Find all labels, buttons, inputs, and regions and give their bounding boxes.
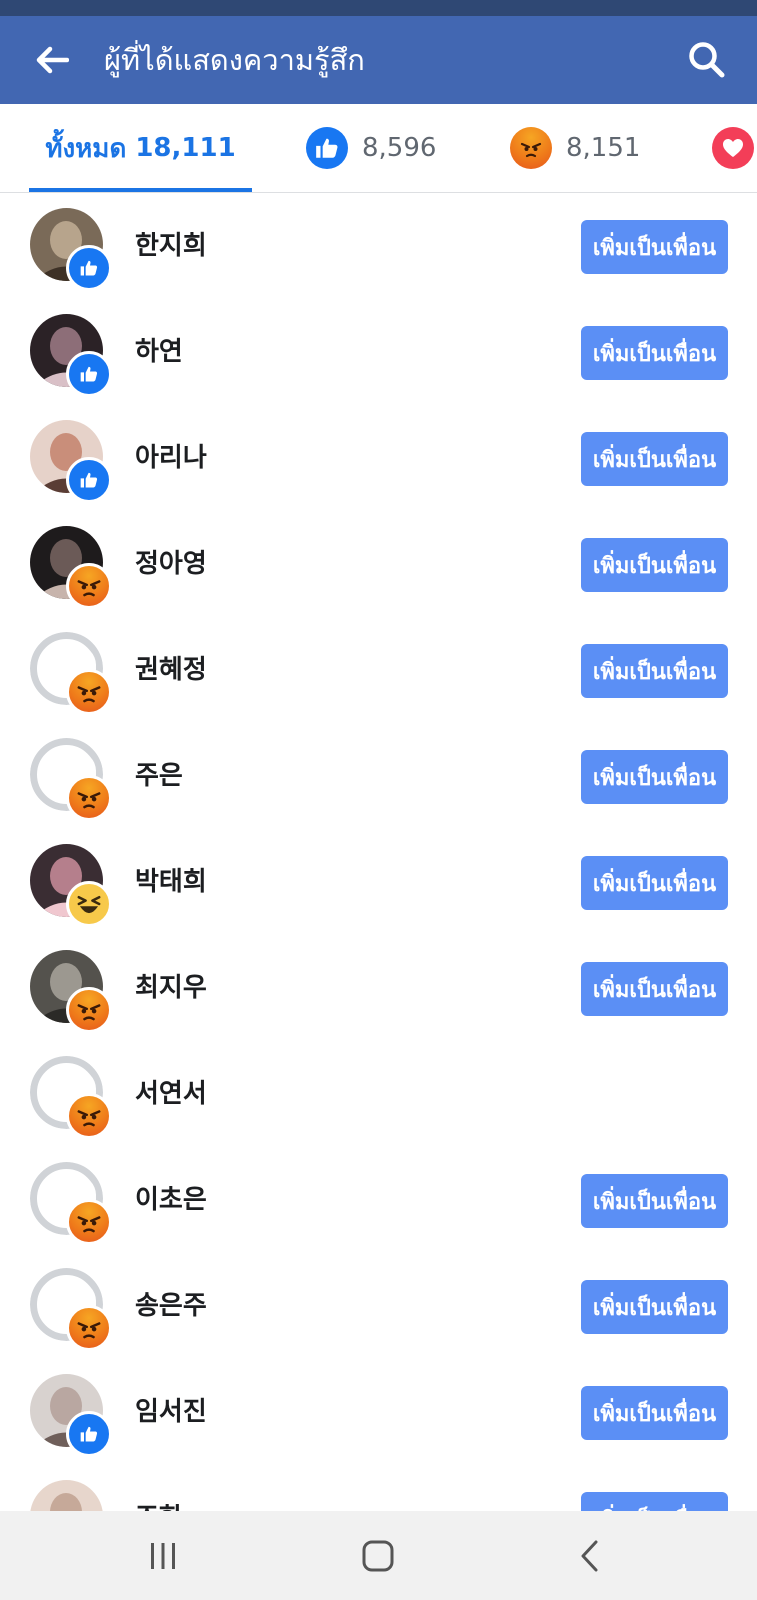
home-icon [362,1540,394,1571]
list-item[interactable]: 박태희 เพิ่มเป็นเพื่อน [0,829,757,935]
tab-love[interactable] [712,104,754,192]
add-friend-button[interactable]: เพิ่มเป็นเพื่อน [581,220,728,274]
person-name[interactable]: 최지우 [135,935,207,1041]
person-name[interactable]: 주은 [135,723,183,829]
person-name[interactable]: 송은주 [135,1253,207,1359]
tab-all-count: 18,111 [135,133,236,163]
list-item[interactable]: 조한 เพิ่มเป็นเพื่อน [0,1465,757,1511]
active-tab-indicator [29,188,252,192]
add-friend-button[interactable]: เพิ่มเป็นเพื่อน [581,750,728,804]
add-friend-button[interactable]: เพิ่มเป็นเพื่อน [581,538,728,592]
header-bar: ผู้ที่ได้แสดงความรู้สึก [0,16,757,104]
list-item[interactable]: 하연 เพิ่มเป็นเพื่อน [0,299,757,405]
back-arrow-icon [36,46,69,74]
home-button[interactable] [328,1511,428,1600]
angry-icon [66,775,112,821]
list-item[interactable]: 송은주 เพิ่มเป็นเพื่อน [0,1253,757,1359]
haha-icon [66,881,112,927]
list-item[interactable]: 주은 เพิ่มเป็นเพื่อน [0,723,757,829]
person-name[interactable]: 아리나 [135,405,207,511]
back-nav-button[interactable] [540,1511,640,1600]
recent-apps-button[interactable] [113,1511,213,1600]
person-name[interactable]: 조한 [135,1465,183,1511]
list-item[interactable]: 한지희 เพิ่มเป็นเพื่อน [0,193,757,299]
love-icon [712,127,754,169]
system-nav-bar [0,1511,757,1600]
person-name[interactable]: 하연 [135,299,183,405]
search-icon [689,42,725,78]
list-item[interactable]: 서연서 [0,1041,757,1147]
like-icon [306,127,348,169]
add-friend-button[interactable]: เพิ่มเป็นเพื่อน [581,962,728,1016]
add-friend-button[interactable]: เพิ่มเป็นเพื่อน [581,1492,728,1511]
angry-icon [66,1093,112,1139]
list-item[interactable]: 아리나 เพิ่มเป็นเพื่อน [0,405,757,511]
angry-icon [66,987,112,1033]
add-friend-button[interactable]: เพิ่มเป็นเพื่อน [581,432,728,486]
tab-all[interactable]: ทั้งหมด 18,111 [29,104,252,192]
list-item[interactable]: 정아영 เพิ่มเป็นเพื่อน [0,511,757,617]
person-name[interactable]: 한지희 [135,193,207,299]
tab-like[interactable]: 8,596 [306,104,436,192]
angry-icon [66,1305,112,1351]
person-name[interactable]: 서연서 [135,1041,207,1147]
person-name[interactable]: 정아영 [135,511,207,617]
tab-angry[interactable]: 8,151 [510,104,640,192]
add-friend-button[interactable]: เพิ่มเป็นเพื่อน [581,326,728,380]
list-item[interactable]: 권혜정 เพิ่มเป็นเพื่อน [0,617,757,723]
people-list: 한지희 เพิ่มเป็นเพื่อน 하연 เพิ่มเป็นเพื่อน 아리나 เพ… [0,193,757,1511]
search-button[interactable] [681,36,733,84]
add-friend-button[interactable]: เพิ่มเป็นเพื่อน [581,1280,728,1334]
add-friend-button[interactable]: เพิ่มเป็นเพื่อน [581,856,728,910]
tab-angry-count: 8,151 [566,133,641,163]
add-friend-button[interactable]: เพิ่มเป็นเพื่อน [581,644,728,698]
person-name[interactable]: 권혜정 [135,617,207,723]
tab-all-label: ทั้งหมด [45,133,127,164]
like-icon [66,1411,112,1457]
angry-icon [66,1199,112,1245]
avatar[interactable] [30,1480,103,1511]
add-friend-button[interactable]: เพิ่มเป็นเพื่อน [581,1386,728,1440]
reaction-tabs: ทั้งหมด 18,111 8,596 8,151 [0,104,757,193]
like-icon [66,245,112,291]
recent-apps-icon [151,1542,175,1569]
back-button[interactable] [24,38,80,82]
like-icon [66,351,112,397]
person-name[interactable]: 박태희 [135,829,207,935]
list-item[interactable]: 임서진 เพิ่มเป็นเพื่อน [0,1359,757,1465]
angry-icon [66,563,112,609]
angry-icon [510,127,552,169]
person-name[interactable]: 임서진 [135,1359,207,1465]
chevron-left-icon [581,1540,598,1571]
status-bar [0,0,757,16]
list-item[interactable]: 이초은 เพิ่มเป็นเพื่อน [0,1147,757,1253]
add-friend-button[interactable]: เพิ่มเป็นเพื่อน [581,1174,728,1228]
page-title: ผู้ที่ได้แสดงความรู้สึก [104,43,365,77]
list-item[interactable]: 최지우 เพิ่มเป็นเพื่อน [0,935,757,1041]
angry-icon [66,669,112,715]
tab-like-count: 8,596 [362,133,437,163]
person-name[interactable]: 이초은 [135,1147,207,1253]
like-icon [66,457,112,503]
